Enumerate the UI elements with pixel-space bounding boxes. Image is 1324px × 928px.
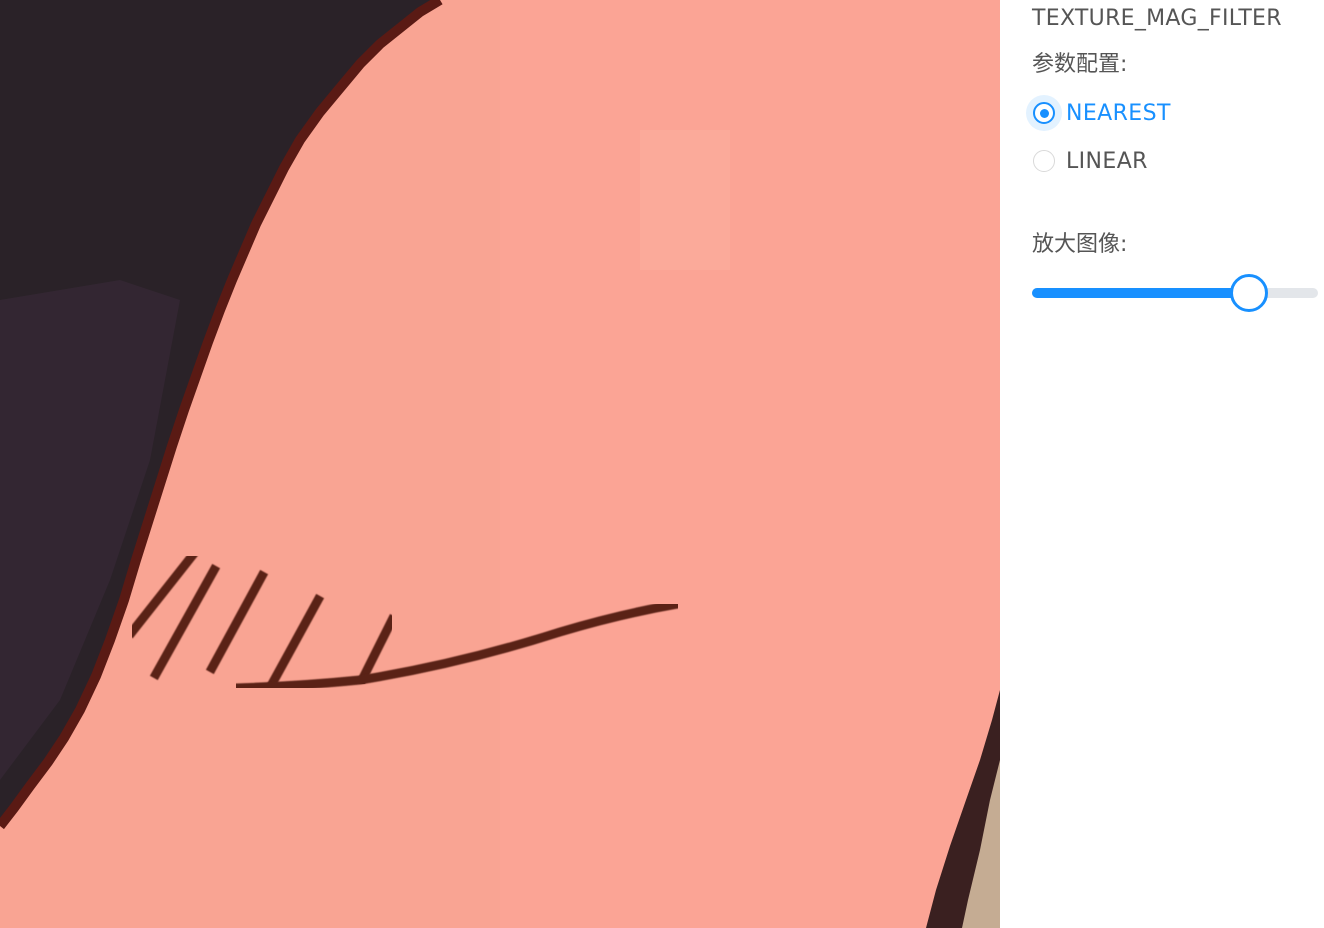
radio-nearest-control[interactable] xyxy=(1026,95,1062,131)
texture-demo-app: TEXTURE_MAG_FILTER 参数配置: NEAREST LINEAR … xyxy=(0,0,1324,928)
param-name: TEXTURE_MAG_FILTER xyxy=(1032,6,1282,31)
radio-nearest-label: NEAREST xyxy=(1066,100,1171,126)
skin-highlight-patch xyxy=(640,130,730,270)
skin-highlight xyxy=(500,0,1000,928)
slider-track xyxy=(1032,288,1249,298)
radio-linear[interactable]: LINEAR xyxy=(1026,143,1148,179)
control-panel: TEXTURE_MAG_FILTER 参数配置: NEAREST LINEAR … xyxy=(1026,0,1324,928)
magnified-image xyxy=(0,0,1000,928)
zoom-label: 放大图像: xyxy=(1032,232,1128,257)
zoom-slider[interactable] xyxy=(1032,272,1318,314)
radio-checked-icon xyxy=(1033,102,1055,124)
radio-nearest[interactable]: NEAREST xyxy=(1026,95,1171,131)
radio-linear-control[interactable] xyxy=(1026,143,1062,179)
config-label: 参数配置: xyxy=(1032,52,1128,77)
radio-linear-label: LINEAR xyxy=(1066,148,1148,174)
slider-handle[interactable] xyxy=(1230,274,1268,312)
radio-unchecked-icon xyxy=(1033,150,1055,172)
texture-canvas[interactable] xyxy=(0,0,1000,928)
